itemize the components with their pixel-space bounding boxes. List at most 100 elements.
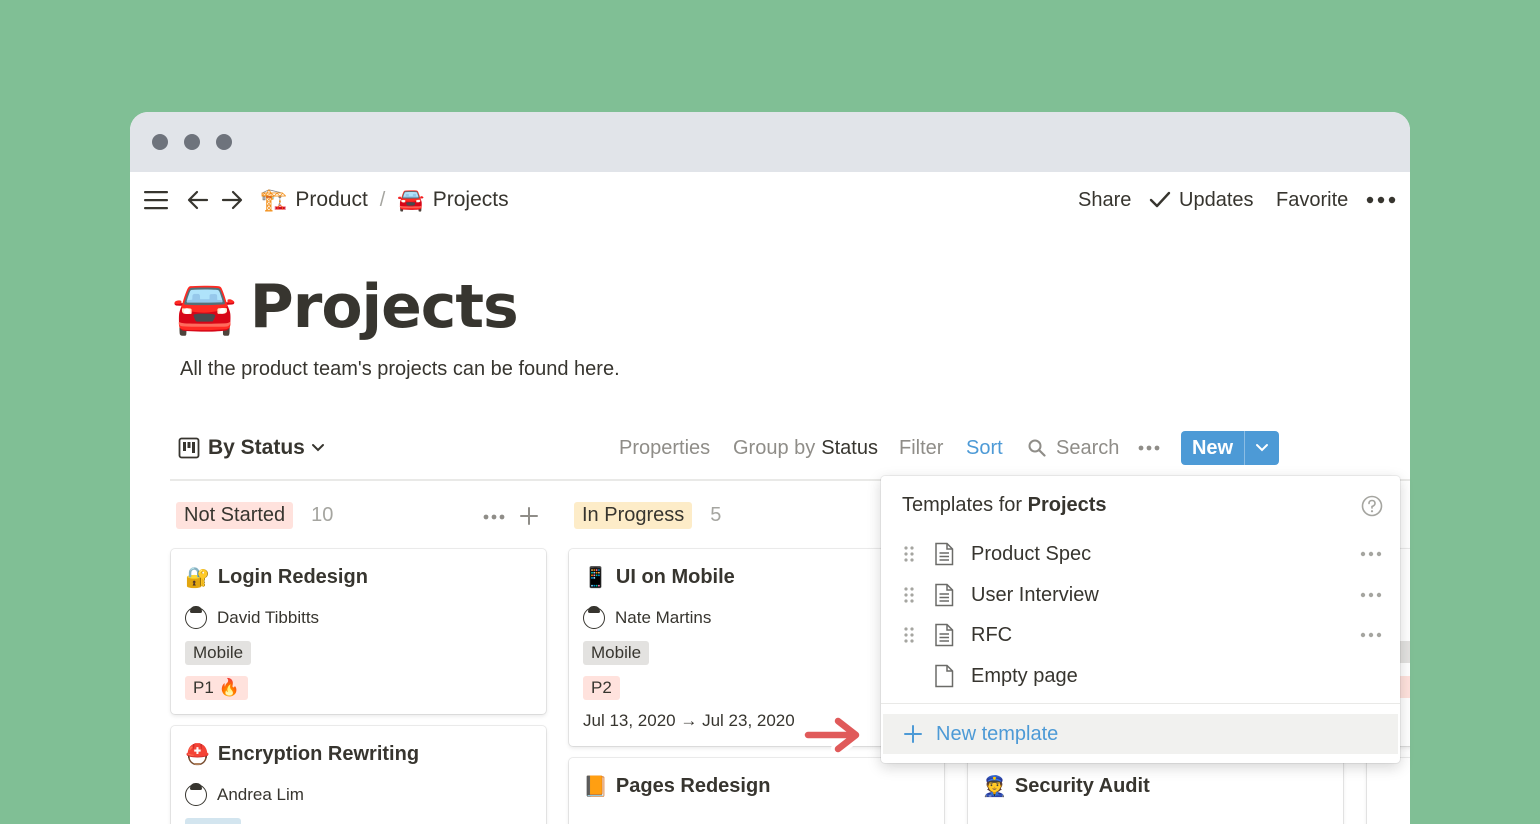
empty-page-icon <box>935 664 954 688</box>
card-title: ⛑️ Encryption Rewriting <box>185 742 419 767</box>
callout-arrow-icon <box>802 714 863 756</box>
card-title-text: Login Redesign <box>217 566 368 588</box>
new-button-label[interactable]: New <box>1181 431 1245 465</box>
crumb-projects[interactable]: Projects <box>433 188 509 212</box>
view-more-button[interactable] <box>1138 428 1160 468</box>
window-zoom-dot[interactable] <box>216 134 232 150</box>
help-icon <box>1361 495 1383 517</box>
crumb-product[interactable]: Product <box>295 188 367 212</box>
menu-divider <box>881 703 1400 704</box>
tag-platform: Mobile <box>185 641 252 665</box>
tag-priority: P1 🔥 <box>185 676 248 700</box>
window-minimize-dot[interactable] <box>184 134 200 150</box>
person-name: Nate Martins <box>615 608 712 627</box>
card-title: 📙 Pages Redesign <box>583 774 770 799</box>
template-label: User Interview <box>971 583 1099 606</box>
view-name: By Status <box>208 436 305 459</box>
card-login-redesign[interactable]: 🔐 Login Redesign David Tibbitts Mobile P… <box>171 549 546 714</box>
properties-button[interactable]: Properties <box>619 428 710 468</box>
share-button[interactable]: Share <box>1078 172 1131 228</box>
page-emoji[interactable]: 🚘 <box>172 277 237 338</box>
sort-button[interactable]: Sort <box>966 428 1003 468</box>
crumb-separator: / <box>379 188 386 211</box>
plus-icon <box>904 725 922 743</box>
template-item-empty-page[interactable]: Empty page <box>881 656 1400 696</box>
card-title-text: UI on Mobile <box>615 566 735 588</box>
updates-label: Updates <box>1179 188 1254 211</box>
page-title: 🚘 Projects <box>172 272 519 342</box>
heading-prefix: Templates for <box>902 494 1023 516</box>
window-close-dot[interactable] <box>152 134 168 150</box>
back-button[interactable] <box>186 172 210 228</box>
new-template-button[interactable]: New template <box>883 714 1398 754</box>
more-horizontal-icon[interactable] <box>1360 591 1382 599</box>
template-label: RFC <box>971 623 1013 646</box>
favorite-button[interactable]: Favorite <box>1276 172 1348 228</box>
forward-button[interactable] <box>220 172 244 228</box>
search-icon <box>1028 439 1046 457</box>
view-selector[interactable]: By Status <box>178 428 325 468</box>
card-emoji: 📙 <box>583 776 608 798</box>
sidebar-toggle-button[interactable] <box>143 172 169 228</box>
menu-icon <box>144 191 168 210</box>
drag-handle-icon[interactable] <box>903 626 915 644</box>
new-template-label: New template <box>936 722 1059 745</box>
avatar <box>185 783 207 806</box>
card-title: 🔐 Login Redesign <box>185 565 368 590</box>
template-item-product-spec[interactable]: Product Spec <box>881 534 1400 574</box>
card-pages-redesign[interactable]: 📙 Pages Redesign <box>569 758 944 824</box>
more-horizontal-icon <box>1366 196 1396 204</box>
tag-priority: P2 <box>583 676 620 700</box>
template-item-user-interview[interactable]: User Interview <box>881 575 1400 615</box>
filter-button[interactable]: Filter <box>899 428 943 468</box>
column-more-button[interactable] <box>483 508 505 526</box>
column-header-not-started: Not Started 10 <box>176 500 333 530</box>
card-person: Andrea Lim <box>185 783 304 806</box>
top-bar: 🏗️ Product / 🚘 Projects Share Updates Fa… <box>130 172 1410 228</box>
template-label: Product Spec <box>971 542 1092 565</box>
page-description[interactable]: All the product team's projects can be f… <box>180 358 620 381</box>
updates-button[interactable]: Updates <box>1149 172 1254 228</box>
card-security-audit[interactable]: 👮 Security Audit <box>968 758 1343 824</box>
chevron-down-icon <box>311 444 324 452</box>
status-tag[interactable]: Not Started <box>176 501 294 529</box>
column-count: 5 <box>710 503 722 526</box>
card-encryption-rewriting[interactable]: ⛑️ Encryption Rewriting Andrea Lim <box>171 726 546 824</box>
page-icon <box>935 542 954 566</box>
page-icon <box>935 583 954 607</box>
templates-menu: Templates for Projects Product Spec User… <box>881 476 1400 763</box>
page-title-text[interactable]: Projects <box>250 272 519 342</box>
search-button[interactable]: Search <box>1028 428 1119 468</box>
card-title: 📱 UI on Mobile <box>583 565 735 590</box>
card-title: 👮 Security Audit <box>982 774 1150 799</box>
status-tag[interactable]: In Progress <box>574 501 693 529</box>
title-bar <box>130 112 1410 172</box>
card-date-range: Jul 13, 2020 → Jul 23, 2020 <box>583 711 795 730</box>
person-name: David Tibbitts <box>217 608 320 627</box>
new-dropdown-button[interactable] <box>1245 431 1279 465</box>
column-count: 10 <box>311 503 334 526</box>
column-header-in-progress: In Progress 5 <box>574 500 721 530</box>
card-title-text: Security Audit <box>1014 775 1150 797</box>
more-options-button[interactable] <box>1366 172 1396 228</box>
drag-handle-icon[interactable] <box>903 586 915 604</box>
column-add-button[interactable] <box>519 506 539 531</box>
tag-platform: Mobile <box>583 641 650 665</box>
page-icon <box>935 623 954 647</box>
help-button[interactable] <box>1361 495 1383 522</box>
avatar <box>583 606 605 629</box>
new-button[interactable]: New <box>1181 431 1279 465</box>
more-horizontal-icon[interactable] <box>1360 631 1382 639</box>
template-item-rfc[interactable]: RFC <box>881 615 1400 655</box>
drag-handle-icon[interactable] <box>903 545 915 563</box>
chevron-down-icon <box>1256 444 1268 452</box>
card-title-text: Pages Redesign <box>615 775 771 797</box>
card-partial[interactable] <box>1367 758 1410 824</box>
template-label: Empty page <box>971 664 1078 687</box>
avatar <box>185 606 207 629</box>
more-horizontal-icon[interactable] <box>1360 550 1382 558</box>
more-horizontal-icon <box>1138 445 1160 451</box>
card-person: David Tibbitts <box>185 606 320 629</box>
group-by-button[interactable]: Group by Status <box>733 428 878 468</box>
heading-database-name: Projects <box>1027 494 1107 516</box>
